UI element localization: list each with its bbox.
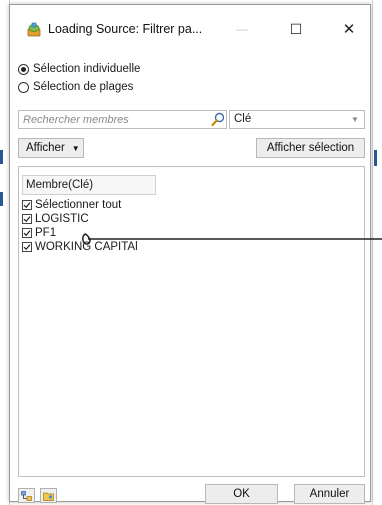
caret-down-icon: ▼ (71, 143, 80, 153)
column-header-member[interactable]: Membre(Clé) (22, 175, 156, 195)
list-item[interactable]: LOGISTIC (22, 212, 89, 226)
radio-button-checked[interactable] (18, 63, 29, 75)
tree-view-icon (21, 490, 32, 501)
checkbox-checked[interactable] (22, 228, 32, 238)
folder-icon (43, 492, 54, 501)
chevron-down-icon: ▼ (351, 115, 359, 124)
ok-button[interactable]: OK (205, 484, 278, 504)
cell-marker (374, 150, 377, 166)
check-icon (23, 216, 31, 223)
search-input[interactable] (19, 111, 208, 128)
radio-label: Sélection de plages (33, 81, 134, 93)
afficher-label: Afficher (26, 142, 65, 154)
checkbox-checked[interactable] (22, 200, 32, 210)
maximize-icon: ☐ (289, 20, 303, 37)
minimize-button[interactable]: — (227, 17, 257, 41)
list-item-label: Sélectionner tout (35, 199, 122, 211)
window-title: Loading Source: Filtrer pa... (48, 22, 203, 36)
cancel-button[interactable]: Annuler (294, 484, 365, 504)
app-icon (27, 22, 41, 37)
member-list[interactable]: Membre(Clé) Sélectionner tout LOGISTIC P… (18, 166, 365, 477)
cell-marker (0, 192, 3, 206)
close-icon: ✕ (342, 21, 356, 38)
list-item-select-all[interactable]: Sélectionner tout (22, 198, 121, 212)
background-sheet-right (372, 0, 382, 505)
checkbox-checked[interactable] (22, 214, 32, 224)
maximize-button[interactable]: ☐ (281, 17, 311, 41)
cancel-label: Annuler (309, 488, 350, 500)
check-icon (23, 230, 31, 237)
key-select[interactable]: Clé ▼ (229, 110, 365, 129)
show-selection-label: Afficher sélection (266, 142, 355, 154)
radio-individual-selection[interactable]: Sélection individuelle (18, 61, 140, 77)
tree-view-button[interactable] (18, 488, 35, 503)
list-item[interactable]: PF1 (22, 226, 56, 240)
check-icon (23, 202, 31, 209)
list-item-label: LOGISTIC (35, 213, 89, 225)
screen: Loading Source: Filtrer pa... — ☐ ✕ Séle… (0, 0, 382, 505)
close-button[interactable]: ✕ (334, 17, 364, 41)
ok-label: OK (233, 488, 250, 500)
list-item[interactable]: WORKING CAPITAl (22, 240, 138, 254)
options-button[interactable] (40, 488, 57, 503)
radio-label: Sélection individuelle (33, 63, 141, 75)
radio-range-selection[interactable]: Sélection de plages (18, 79, 133, 95)
cell-marker (0, 150, 3, 164)
list-item-label: PF1 (35, 227, 57, 239)
search-icon[interactable] (211, 112, 225, 127)
checkbox-checked[interactable] (22, 242, 32, 252)
key-select-value: Clé (234, 113, 252, 125)
check-icon (23, 244, 31, 251)
list-item-label: WORKING CAPITAl (35, 241, 138, 253)
show-selection-button[interactable]: Afficher sélection (256, 138, 365, 158)
minimize-icon: — (236, 22, 248, 36)
column-header-label: Membre(Clé) (26, 179, 94, 191)
filter-dialog: Loading Source: Filtrer pa... — ☐ ✕ Séle… (9, 4, 371, 504)
afficher-dropdown-button[interactable]: Afficher ▼ (18, 138, 84, 158)
radio-button[interactable] (18, 81, 29, 93)
title-bar[interactable]: Loading Source: Filtrer pa... — ☐ ✕ (10, 5, 370, 49)
search-box (18, 110, 227, 129)
